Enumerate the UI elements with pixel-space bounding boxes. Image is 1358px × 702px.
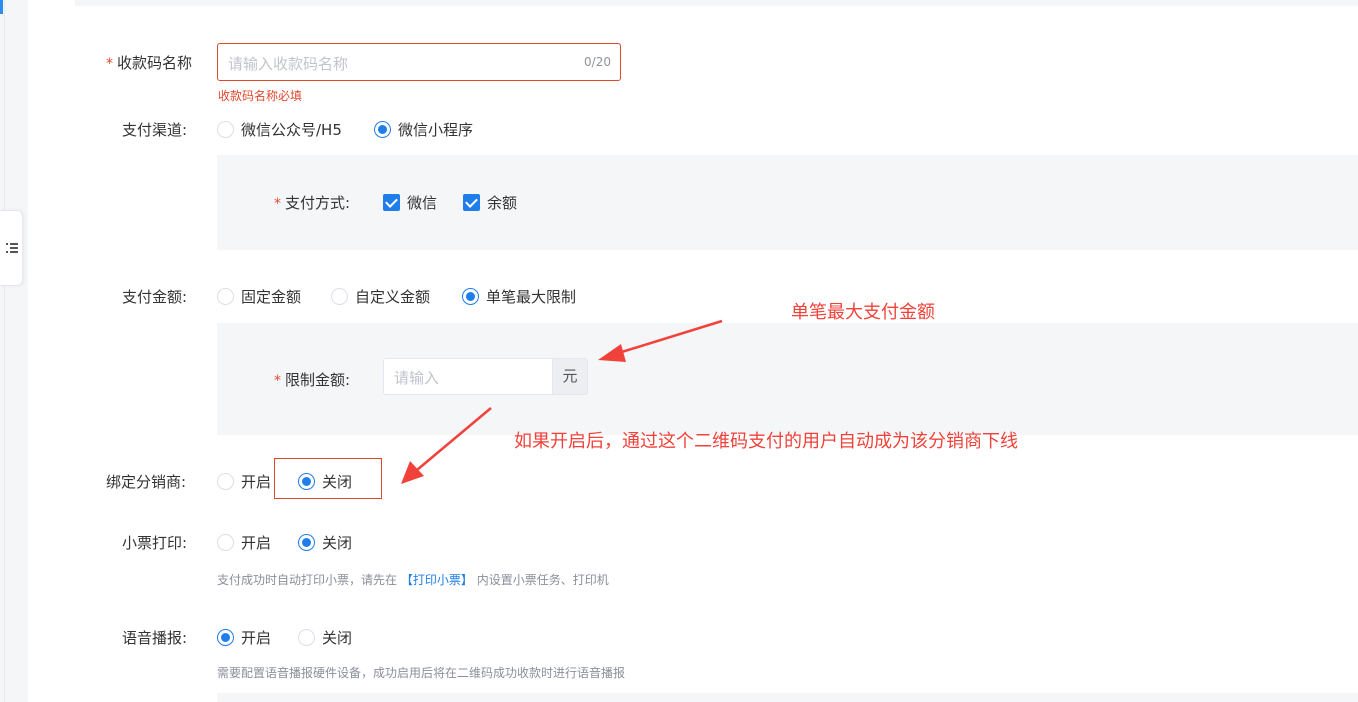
annotation-arrows <box>401 319 723 484</box>
payment-code-form-page: * 收款码名称 请输入收款码名称 0/20 收款码名称必填 支付渠道: 微信公众号… <box>0 0 1358 702</box>
arrow-to-bind-distributor <box>401 407 492 484</box>
arrow-to-limit-amount <box>598 319 723 362</box>
